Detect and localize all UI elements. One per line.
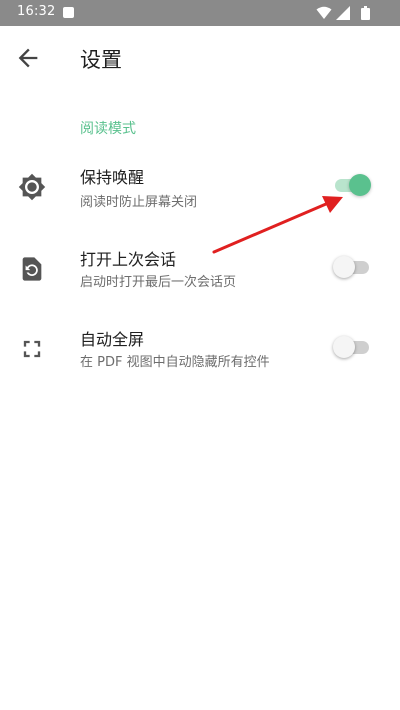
auto-fullscreen-toggle[interactable] xyxy=(333,334,371,360)
status-time: 16:32 xyxy=(17,4,56,19)
back-button[interactable] xyxy=(14,44,42,72)
setting-subtitle: 启动时打开最后一次会话页 xyxy=(80,275,237,290)
setting-subtitle: 阅读时防止屏幕关闭 xyxy=(80,195,198,210)
setting-subtitle: 在 PDF 视图中自动隐藏所有控件 xyxy=(80,355,270,370)
setting-open-last-session[interactable]: 打开上次会话 启动时打开最后一次会话页 xyxy=(0,242,400,306)
restore-page-icon xyxy=(22,257,42,281)
cellular-signal-icon xyxy=(336,6,350,20)
arrow-back-icon xyxy=(18,48,38,68)
page-title: 设置 xyxy=(80,48,122,72)
keep-awake-toggle[interactable] xyxy=(333,172,371,198)
status-bar: 16:32 xyxy=(0,0,400,26)
fullscreen-icon xyxy=(23,340,41,358)
open-last-session-toggle[interactable] xyxy=(333,254,371,280)
switch-thumb xyxy=(349,174,371,196)
app-bar: 设置 xyxy=(0,26,400,88)
setting-title: 保持唤醒 xyxy=(80,168,145,187)
setting-title: 打开上次会话 xyxy=(80,250,177,269)
switch-thumb xyxy=(333,256,355,278)
setting-title: 自动全屏 xyxy=(80,330,145,349)
setting-keep-awake[interactable]: 保持唤醒 阅读时防止屏幕关闭 xyxy=(0,160,400,224)
battery-icon xyxy=(361,6,370,20)
setting-auto-fullscreen[interactable]: 自动全屏 在 PDF 视图中自动隐藏所有控件 xyxy=(0,322,400,386)
switch-thumb xyxy=(333,336,355,358)
wifi-icon xyxy=(316,6,332,19)
notification-icon xyxy=(63,7,74,18)
section-header: 阅读模式 xyxy=(80,121,136,137)
brightness-gear-icon xyxy=(18,173,46,201)
